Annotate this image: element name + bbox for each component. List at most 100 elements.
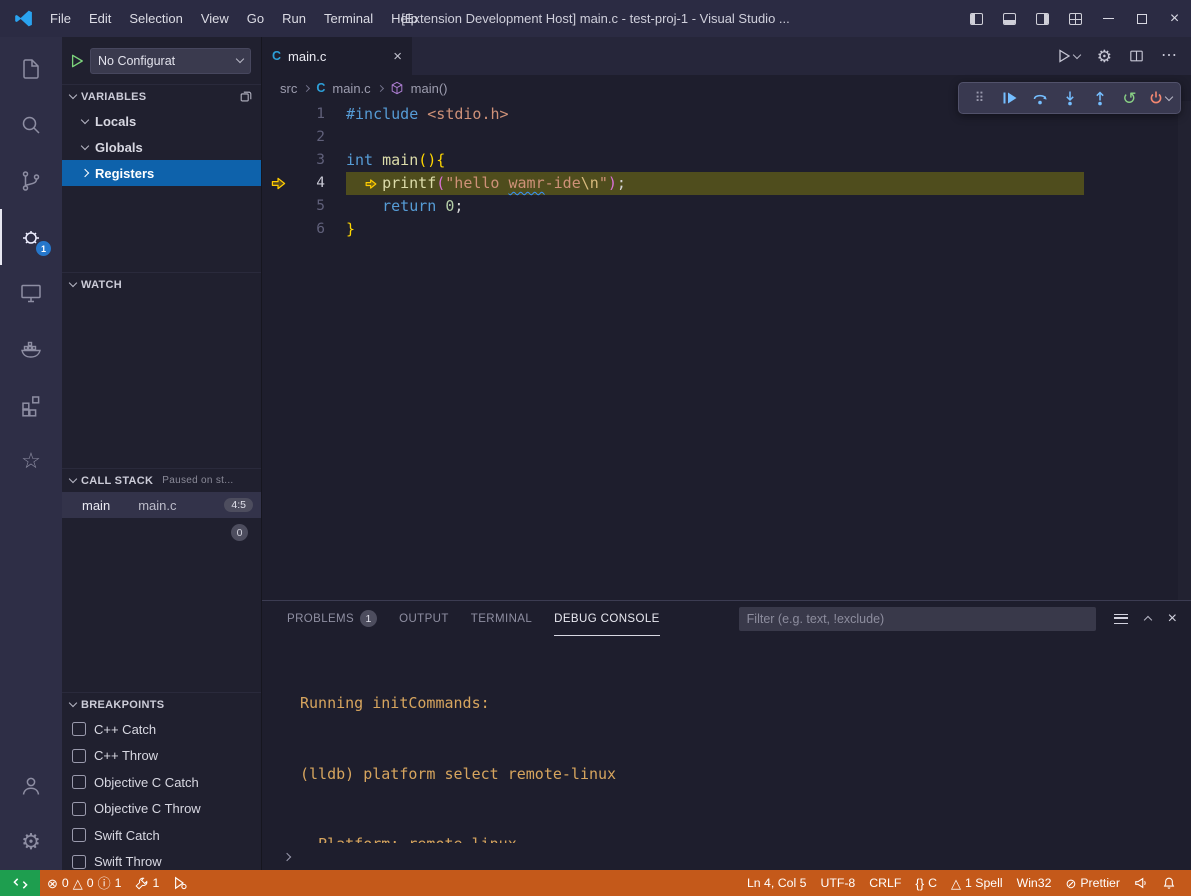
- activity-extensions[interactable]: [0, 377, 62, 433]
- eol-sequence[interactable]: CRLF: [862, 870, 908, 896]
- menu-file[interactable]: File: [41, 0, 80, 37]
- editor-settings-button[interactable]: ⚙: [1097, 48, 1112, 65]
- breakpoint-cpp-throw[interactable]: C++ Throw: [62, 743, 261, 770]
- checkbox[interactable]: [72, 855, 86, 869]
- tab-terminal[interactable]: TERMINAL: [471, 601, 532, 636]
- tab-close-icon[interactable]: ×: [393, 49, 402, 64]
- activity-docker[interactable]: [0, 321, 62, 377]
- chevron-down-icon: [81, 115, 89, 123]
- open-panes-button[interactable]: [239, 90, 253, 104]
- gutter[interactable]: 4: [262, 172, 346, 195]
- toggle-panel-button[interactable]: [993, 0, 1026, 37]
- checkbox[interactable]: [72, 802, 86, 816]
- tab-main-c[interactable]: C main.c ×: [262, 37, 412, 75]
- activity-favorites[interactable]: ☆: [0, 433, 62, 489]
- variables-item-globals[interactable]: Globals: [62, 134, 261, 160]
- step-over-button[interactable]: [1025, 85, 1054, 111]
- debug-console-input[interactable]: [262, 843, 1191, 870]
- menu-selection[interactable]: Selection: [120, 0, 191, 37]
- gutter[interactable]: 1: [262, 103, 346, 126]
- checkbox[interactable]: [72, 722, 86, 736]
- cursor-position[interactable]: Ln 4, Col 5: [740, 870, 813, 896]
- toolbar-drag-handle[interactable]: ⠿: [965, 85, 994, 111]
- activity-source-control[interactable]: [0, 153, 62, 209]
- watch-header[interactable]: WATCH: [62, 272, 261, 296]
- code-editor[interactable]: 1 #include <stdio.h> 2 3 int main(){: [262, 101, 1191, 600]
- breadcrumb-file[interactable]: main.c: [332, 81, 370, 96]
- menu-edit[interactable]: Edit: [80, 0, 120, 37]
- sidebar-layout-icon: [970, 13, 983, 25]
- editor-scrollbar[interactable]: [1178, 101, 1191, 600]
- activity-run-debug[interactable]: 1: [0, 209, 62, 265]
- breadcrumb-symbol[interactable]: main(): [411, 81, 448, 96]
- tab-output[interactable]: OUTPUT: [399, 601, 449, 636]
- menu-terminal[interactable]: Terminal: [315, 0, 382, 37]
- debug-config-label: No Configurat: [98, 54, 237, 68]
- customize-layout-button[interactable]: [1059, 0, 1092, 37]
- callstack-frame-row[interactable]: main main.c 4:5: [62, 492, 261, 518]
- spell-checker-status[interactable]: △ 1 Spell: [944, 870, 1010, 896]
- activity-search[interactable]: [0, 97, 62, 153]
- formatter-status[interactable]: ⊘ Prettier: [1058, 870, 1127, 896]
- problems-status[interactable]: ⊗0 △0 ⓘ1: [40, 870, 128, 896]
- maximize-button[interactable]: [1125, 0, 1158, 37]
- restart-button[interactable]: ↺: [1115, 85, 1144, 111]
- debug-status[interactable]: [166, 870, 194, 896]
- menu-run[interactable]: Run: [273, 0, 315, 37]
- gutter[interactable]: 3: [262, 149, 346, 172]
- checkbox[interactable]: [72, 749, 86, 763]
- variables-item-registers[interactable]: Registers: [62, 160, 261, 186]
- breakpoint-objc-throw[interactable]: Objective C Throw: [62, 796, 261, 823]
- breakpoint-cpp-catch[interactable]: C++ Catch: [62, 716, 261, 743]
- close-panel-icon[interactable]: ×: [1168, 611, 1177, 627]
- debug-config-dropdown[interactable]: No Configurat: [90, 48, 251, 74]
- breakpoint-objc-catch[interactable]: Objective C Catch: [62, 769, 261, 796]
- status-bar: ⊗0 △0 ⓘ1 1 Ln 4, Col 5 UTF-8 CRLF {} C △…: [0, 870, 1191, 896]
- gutter[interactable]: 5: [262, 195, 346, 218]
- step-into-button[interactable]: [1055, 85, 1084, 111]
- variables-header[interactable]: VARIABLES: [62, 84, 261, 108]
- console-filter[interactable]: [739, 607, 1096, 631]
- console-lines-icon[interactable]: [1114, 614, 1128, 624]
- gutter[interactable]: 6: [262, 218, 346, 241]
- filter-input[interactable]: [739, 612, 1096, 626]
- breakpoints-header[interactable]: BREAKPOINTS: [62, 692, 261, 716]
- breadcrumb-folder[interactable]: src: [280, 81, 297, 96]
- run-or-debug-button[interactable]: [1056, 48, 1080, 64]
- toggle-sidebar-button[interactable]: [960, 0, 993, 37]
- toggle-secondary-sidebar-button[interactable]: [1026, 0, 1059, 37]
- remote-indicator[interactable]: [0, 870, 40, 896]
- split-editor-button[interactable]: [1129, 49, 1144, 63]
- platform-target[interactable]: Win32: [1010, 870, 1059, 896]
- breakpoint-swift-catch[interactable]: Swift Catch: [62, 822, 261, 849]
- gutter[interactable]: 2: [262, 126, 346, 149]
- disconnect-button[interactable]: [1145, 85, 1174, 111]
- menu-go[interactable]: Go: [238, 0, 273, 37]
- more-actions-button[interactable]: ⋯: [1161, 48, 1177, 64]
- announcement-button[interactable]: [1127, 870, 1155, 896]
- continue-button[interactable]: [995, 85, 1024, 111]
- start-debug-icon[interactable]: [70, 54, 84, 68]
- checkbox[interactable]: [72, 775, 86, 789]
- activity-settings[interactable]: ⚙: [0, 814, 62, 870]
- activity-remote-explorer[interactable]: [0, 265, 62, 321]
- maximize-panel-chevron-icon[interactable]: [1143, 616, 1151, 624]
- language-mode[interactable]: {} C: [908, 870, 944, 896]
- checkbox[interactable]: [72, 828, 86, 842]
- watch-title: WATCH: [81, 279, 122, 291]
- callstack-header[interactable]: CALL STACK Paused on st...: [62, 468, 261, 492]
- activity-accounts[interactable]: [0, 758, 62, 814]
- close-button[interactable]: ×: [1158, 0, 1191, 37]
- step-out-button[interactable]: [1085, 85, 1114, 111]
- variables-item-locals[interactable]: Locals: [62, 108, 261, 134]
- minimize-button[interactable]: [1092, 0, 1125, 37]
- encoding[interactable]: UTF-8: [813, 870, 862, 896]
- callstack-section: CALL STACK Paused on st... main main.c 4…: [62, 468, 261, 692]
- activity-explorer[interactable]: [0, 41, 62, 97]
- menu-view[interactable]: View: [192, 0, 238, 37]
- notifications-button[interactable]: [1155, 870, 1183, 896]
- tab-debug-console[interactable]: DEBUG CONSOLE: [554, 601, 660, 636]
- tab-problems[interactable]: PROBLEMS 1: [287, 601, 377, 636]
- breakpoint-swift-throw[interactable]: Swift Throw: [62, 849, 261, 871]
- tasks-status[interactable]: 1: [128, 870, 166, 896]
